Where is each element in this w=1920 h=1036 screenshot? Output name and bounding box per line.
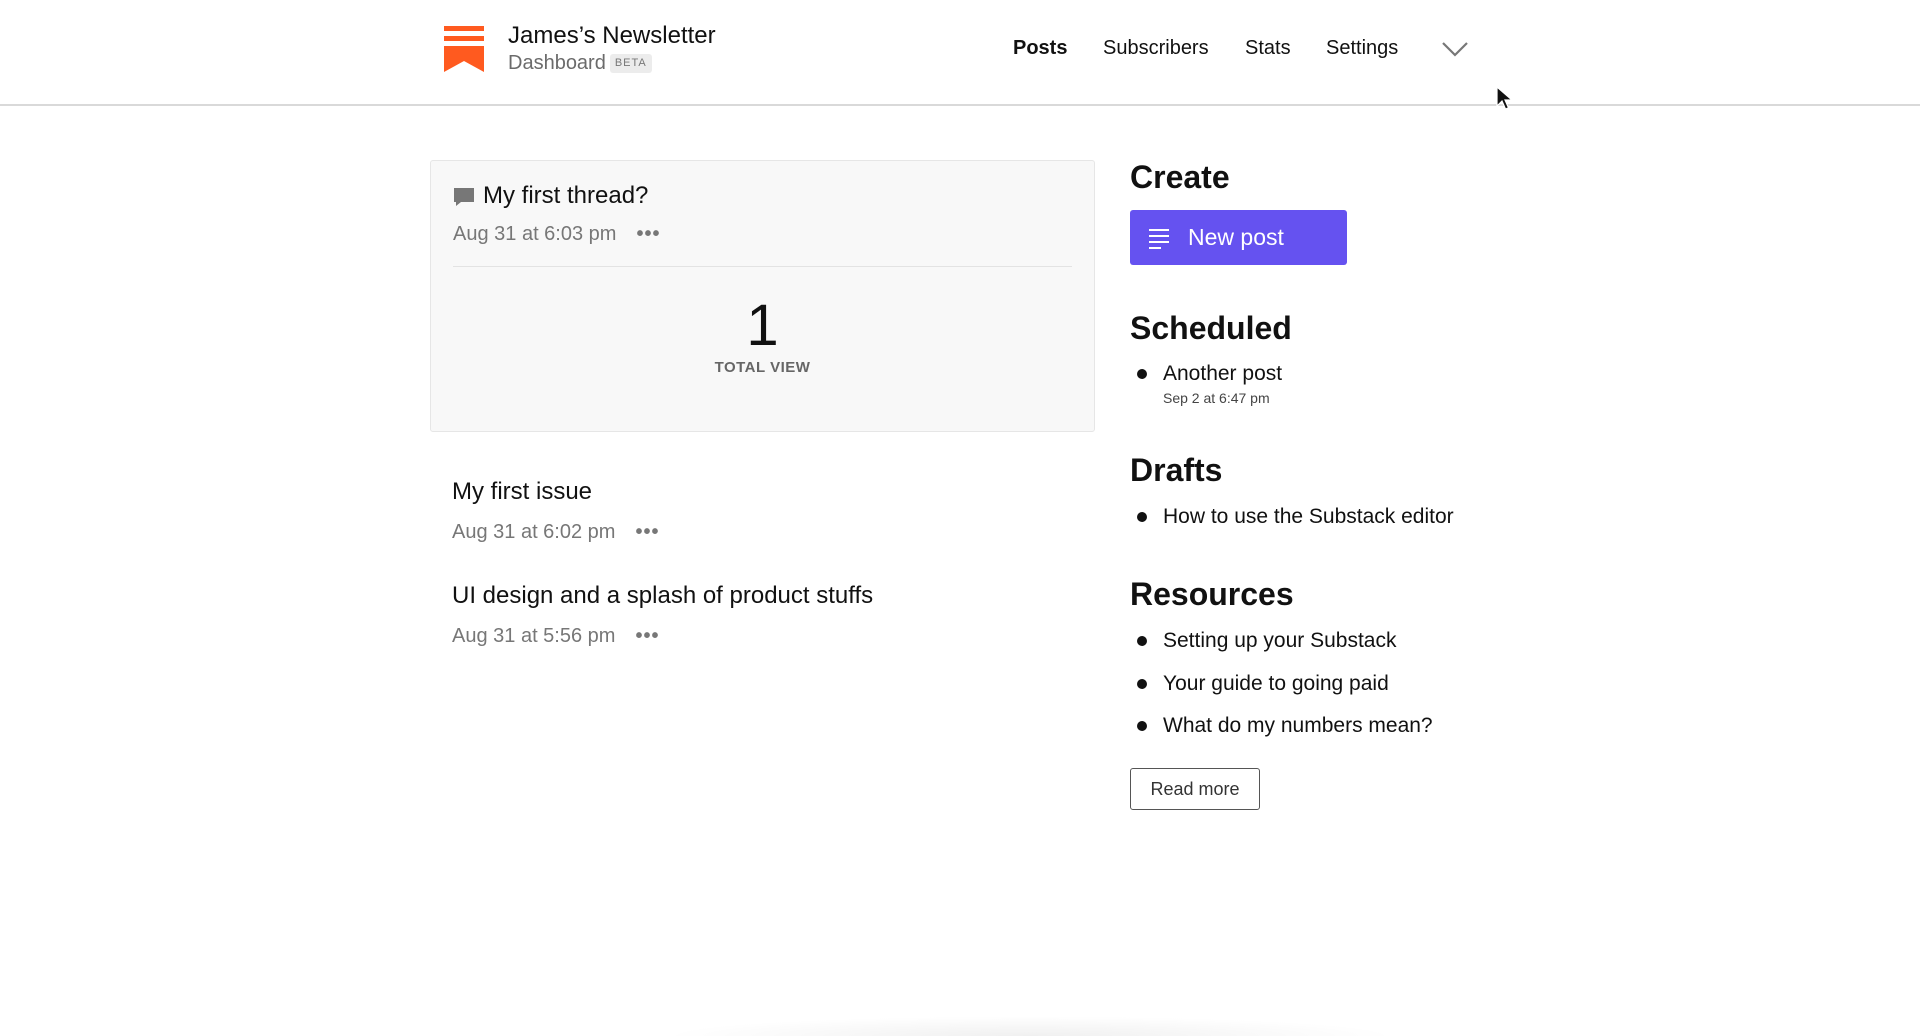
scheduled-item[interactable]: Another post Sep 2 at 6:47 pm [1130, 360, 1282, 407]
bullet [1137, 369, 1147, 379]
more-options-icon[interactable]: ••• [635, 522, 659, 542]
top-header: James’s Newsletter Dashboard BETA Posts … [0, 0, 1920, 106]
bullet [1137, 721, 1147, 731]
chevron-down-icon[interactable] [1441, 40, 1469, 58]
new-post-label: New post [1188, 224, 1284, 250]
resource-item[interactable]: Setting up your Substack [1130, 627, 1396, 655]
total-views-label: TOTAL VIEW [714, 359, 811, 376]
create-heading: Create [1130, 159, 1230, 195]
resource-link[interactable]: Your guide to going paid [1163, 670, 1389, 698]
dashboard-label: Dashboard [508, 52, 606, 74]
nav-subscribers[interactable]: Subscribers [1103, 34, 1209, 62]
post-meta: Aug 31 at 6:02 pm ••• [452, 519, 659, 545]
new-post-button[interactable]: New post [1130, 210, 1347, 265]
post-list-item[interactable]: UI design and a splash of product stuffs… [452, 581, 873, 649]
scheduled-item-text[interactable]: Another post Sep 2 at 6:47 pm [1163, 360, 1282, 407]
post-date: Aug 31 at 5:56 pm [452, 625, 616, 647]
nav-posts[interactable]: Posts [1013, 34, 1067, 62]
nav-settings[interactable]: Settings [1326, 34, 1398, 62]
resource-link[interactable]: Setting up your Substack [1163, 627, 1396, 655]
thread-title[interactable]: My first thread? [483, 181, 648, 211]
bullet [1137, 636, 1147, 646]
post-title[interactable]: My first issue [452, 477, 659, 507]
draft-item[interactable]: How to use the Substack editor [1130, 503, 1454, 531]
resource-item[interactable]: What do my numbers mean? [1130, 712, 1433, 740]
brand-text: James’s Newsletter Dashboard BETA [508, 22, 716, 75]
bullet [1137, 679, 1147, 689]
post-date: Aug 31 at 6:02 pm [452, 521, 616, 543]
scheduled-item-title[interactable]: Another post [1163, 362, 1282, 385]
drafts-heading: Drafts [1130, 452, 1223, 488]
newsletter-name: James’s Newsletter [508, 22, 716, 49]
post-list-item[interactable]: My first issue Aug 31 at 6:02 pm ••• [452, 477, 659, 545]
thread-title-row: My first thread? [453, 181, 648, 211]
post-meta: Aug 31 at 5:56 pm ••• [452, 623, 873, 649]
brand[interactable]: James’s Newsletter Dashboard BETA [444, 22, 716, 75]
thread-date: Aug 31 at 6:03 pm [453, 223, 617, 245]
beta-badge: BETA [609, 53, 652, 73]
resource-link[interactable]: What do my numbers mean? [1163, 712, 1433, 740]
resource-item[interactable]: Your guide to going paid [1130, 670, 1389, 698]
more-options-icon[interactable]: ••• [636, 224, 660, 244]
draft-item-title[interactable]: How to use the Substack editor [1163, 503, 1454, 531]
dashboard-subline: Dashboard BETA [508, 51, 716, 75]
nav-stats[interactable]: Stats [1245, 34, 1291, 62]
total-views-count: 1 [746, 293, 779, 358]
resources-heading: Resources [1130, 576, 1294, 612]
scheduled-item-date: Sep 2 at 6:47 pm [1163, 390, 1270, 406]
scheduled-heading: Scheduled [1130, 310, 1292, 346]
read-more-button[interactable]: Read more [1130, 768, 1260, 810]
substack-logo-icon [444, 26, 484, 72]
bottom-shadow [660, 1016, 1400, 1036]
divider [453, 266, 1072, 267]
thread-meta: Aug 31 at 6:03 pm ••• [453, 221, 660, 247]
text-lines-icon [1149, 228, 1169, 249]
mouse-cursor-icon [1496, 86, 1514, 110]
post-title[interactable]: UI design and a splash of product stuffs [452, 581, 873, 611]
comment-icon [454, 188, 474, 206]
more-options-icon[interactable]: ••• [635, 626, 659, 646]
thread-card[interactable]: My first thread? Aug 31 at 6:03 pm ••• 1… [430, 160, 1095, 432]
bullet [1137, 512, 1147, 522]
